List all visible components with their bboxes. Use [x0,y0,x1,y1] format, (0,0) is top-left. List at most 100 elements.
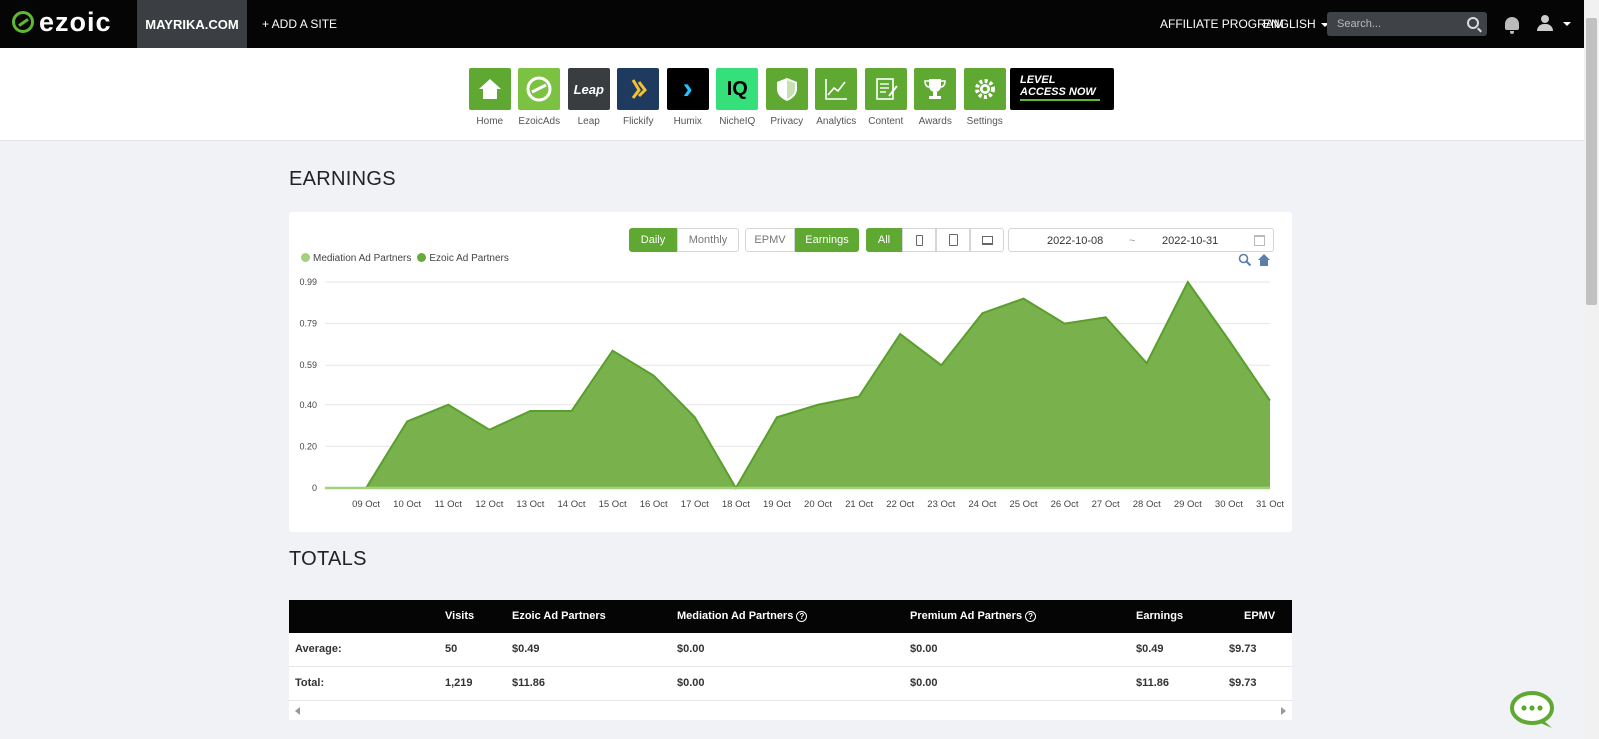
x-tick-label: 26 Oct [1051,499,1079,510]
x-tick-label: 29 Oct [1174,499,1202,510]
level-access-promo[interactable]: LEVEL ACCESS NOW [1010,68,1114,110]
page-scrollbar-thumb[interactable] [1586,18,1597,305]
trophy-icon [914,68,957,110]
content-icon [864,68,907,110]
x-tick-label: 31 Oct [1256,499,1284,510]
cell-premium: $0.00 [910,677,938,689]
ezoic-logo-icon [12,11,34,33]
analytics-icon [815,68,858,110]
x-tick-label: 12 Oct [475,499,503,510]
col-visits: Visits [445,610,475,622]
cell-earnings: $0.49 [1136,643,1164,655]
search-input[interactable]: Search... [1327,12,1487,36]
app-label: Leap [577,116,600,127]
help-icon[interactable]: ? [796,611,808,622]
app-label: Awards [918,116,952,127]
app-privacy[interactable]: Privacy [762,68,812,127]
x-tick-label: 15 Oct [599,499,627,510]
col-epmv: EPMV [1244,610,1276,622]
search-icon[interactable] [1467,17,1479,29]
x-tick-label: 28 Oct [1133,499,1161,510]
site-tab[interactable]: MAYRIKA.COM [137,0,247,48]
chevron-down-icon [1563,22,1571,26]
totals-heading: TOTALS [289,548,367,570]
user-menu[interactable] [1537,15,1571,31]
promo-underline [1020,99,1100,101]
app-awards[interactable]: Awards [911,68,961,127]
app-settings[interactable]: Settings [960,68,1010,127]
row-label: Total: [295,677,325,689]
app-ezoicads[interactable]: EzoicAds [515,68,565,127]
earnings-heading: EARNINGS [289,168,396,190]
x-tick-label: 22 Oct [886,499,914,510]
x-tick-label: 14 Oct [558,499,586,510]
gear-icon [963,68,1006,110]
x-tick-label: 17 Oct [681,499,709,510]
x-tick-label: 10 Oct [393,499,421,510]
leap-icon: Leap [567,68,610,110]
y-tick-label: 0 [312,483,317,493]
x-tick-label: 21 Oct [845,499,873,510]
cell-visits: 1,219 [445,677,473,689]
col-mediation-label: Mediation Ad Partners [677,610,794,622]
scroll-left-icon[interactable] [295,707,300,715]
app-label: Flickify [622,116,654,127]
app-label: Home [476,116,504,127]
cell-earnings: $11.86 [1136,677,1170,689]
cell-premium: $0.00 [910,643,938,655]
table-row-average: Average: 50 $0.49 $0.00 $0.00 $0.49 $9.7… [289,633,1292,667]
app-launcher-bar: Home EzoicAds Leap Leap Flickify › Humix IQ Nich… [0,48,1584,141]
language-dropdown[interactable]: ENGLISH [1263,17,1329,31]
totals-table: Visits Ezoic Ad Partners Mediation Ad Pa… [289,600,1292,720]
help-icon[interactable]: ? [1025,611,1037,622]
brand-name: ezoic [39,7,112,37]
app-nicheiq[interactable]: IQ NicheIQ [713,68,763,127]
search-placeholder: Search... [1337,18,1382,30]
row-label: Average: [295,643,342,655]
cell-ezoic: $0.49 [512,643,540,655]
add-site-link[interactable]: + ADD A SITE [262,17,337,31]
chat-icon[interactable] [1508,690,1556,730]
promo-line2: ACCESS NOW [1020,86,1096,98]
x-tick-label: 16 Oct [640,499,668,510]
cell-visits: 50 [445,643,458,655]
flickify-icon [617,68,660,110]
cell-mediation: $0.00 [677,643,705,655]
language-label: ENGLISH [1263,17,1316,31]
x-tick-label: 24 Oct [968,499,996,510]
app-home[interactable]: Home [465,68,515,127]
col-premium-label: Premium Ad Partners [910,610,1023,622]
app-content[interactable]: Content [861,68,911,127]
bell-icon[interactable] [1505,17,1519,34]
x-tick-label: 27 Oct [1092,499,1120,510]
app-label: EzoicAds [518,116,561,127]
app-list: Home EzoicAds Leap Leap Flickify › Humix IQ Nich… [465,68,1010,127]
app-leap[interactable]: Leap Leap [564,68,614,127]
humix-icon: › [666,68,709,110]
col-mediation-ad-partners: Mediation Ad Partners? [677,610,808,622]
leap-glyph: Leap [573,81,604,97]
series-area-ezoic [325,282,1270,488]
table-horizontal-scrollbar[interactable] [289,701,1292,720]
x-tick-label: 09 Oct [352,499,380,510]
app-humix[interactable]: › Humix [663,68,713,127]
ezoic-icon [518,68,561,110]
app-analytics[interactable]: Analytics [812,68,862,127]
x-tick-label: 13 Oct [516,499,544,510]
table-header: Visits Ezoic Ad Partners Mediation Ad Pa… [289,600,1292,633]
ezoic-logo[interactable]: ezoic [12,7,112,37]
y-tick-label: 0.59 [299,360,317,370]
y-tick-label: 0.40 [299,400,317,410]
app-flickify[interactable]: Flickify [614,68,664,127]
nicheiq-glyph: IQ [726,77,748,100]
x-tick-label: 19 Oct [763,499,791,510]
cell-mediation: $0.00 [677,677,705,689]
scroll-right-icon[interactable] [1281,707,1286,715]
app-label: Humix [673,116,702,127]
user-icon [1541,15,1549,23]
col-ezoic-ad-partners: Ezoic Ad Partners [512,610,606,622]
nicheiq-icon: IQ [716,68,759,110]
y-tick-label: 0.20 [299,441,317,451]
y-tick-label: 0.79 [299,319,317,329]
earnings-chart-card: Daily Monthly EPMV Earnings All 2022-10-… [289,212,1292,532]
